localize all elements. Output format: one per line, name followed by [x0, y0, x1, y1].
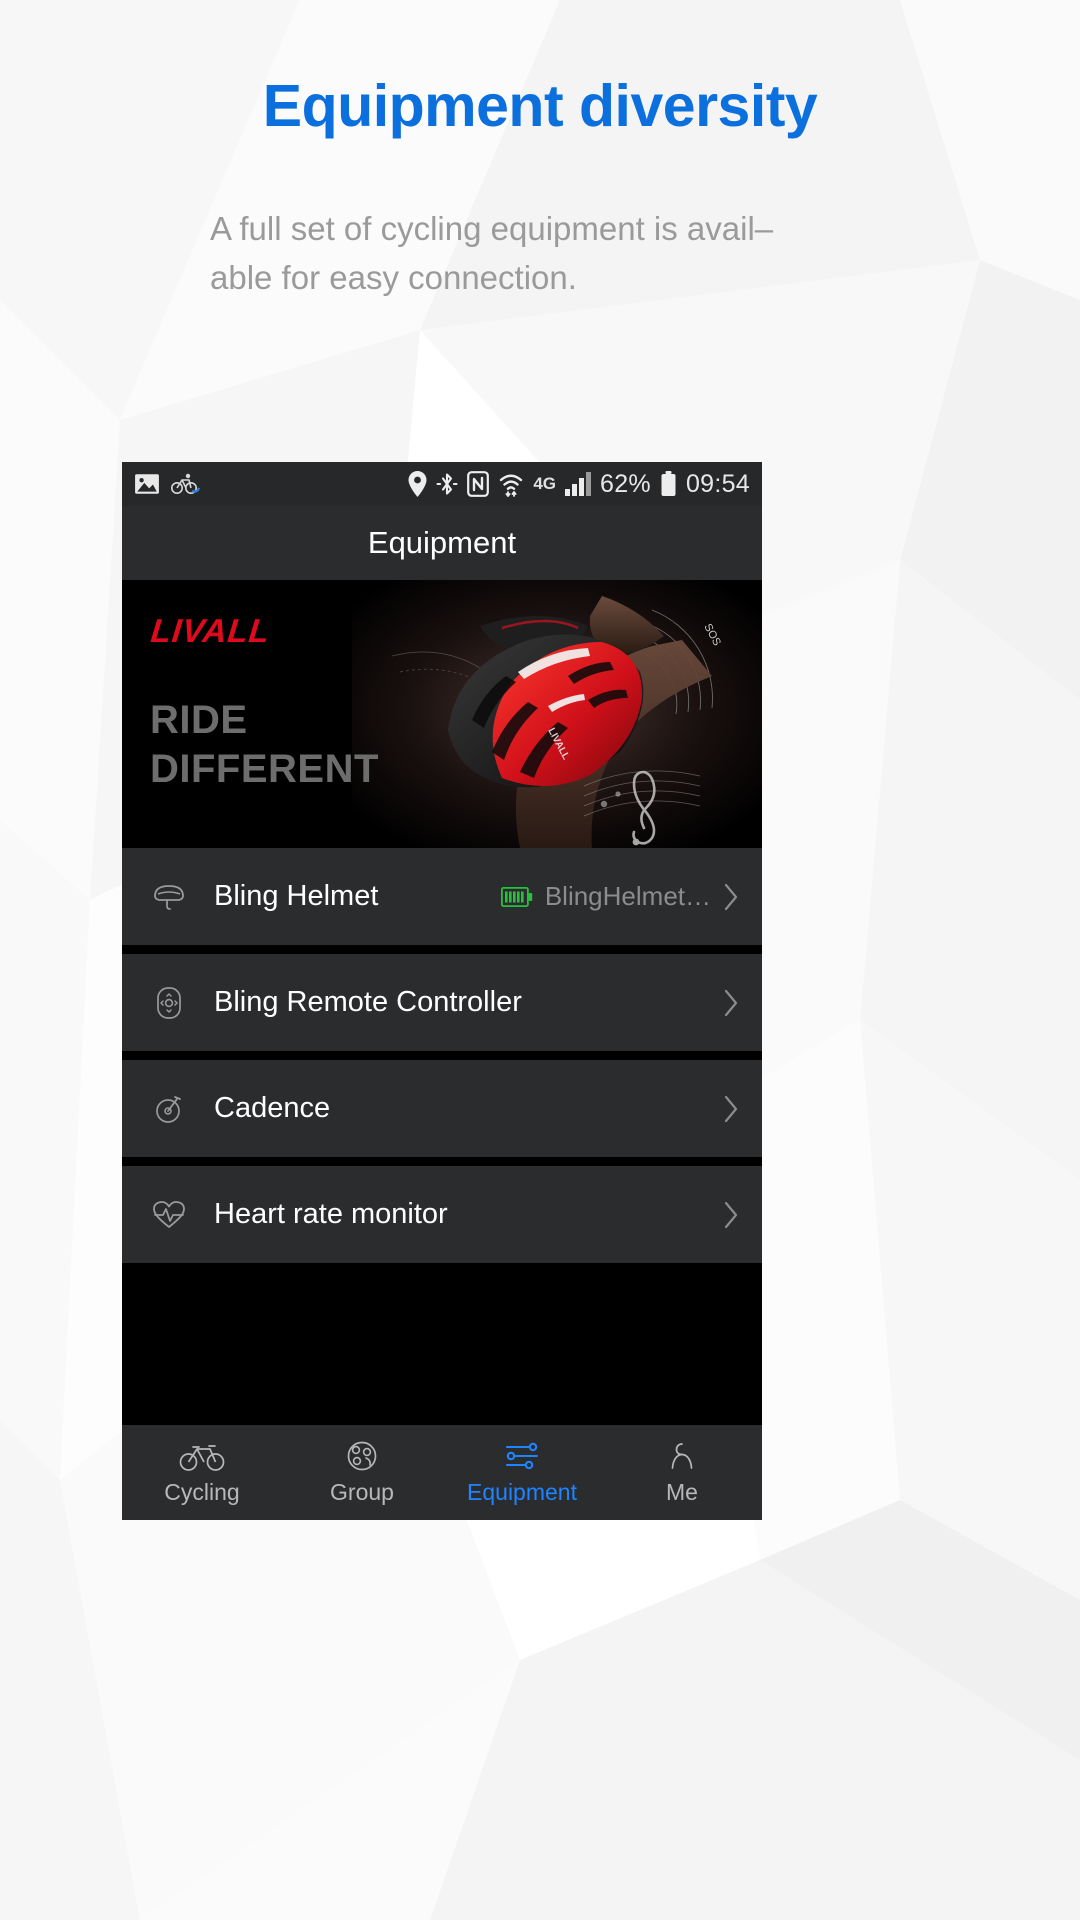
cycling-notification-icon: [171, 473, 200, 494]
phone-screenshot: 4G 62% 09:54 Equipment SOS LIVALL LIVALL…: [122, 462, 762, 1520]
app-header-title: Equipment: [367, 525, 517, 560]
location-pin-icon: [408, 471, 427, 497]
nfc-icon: [467, 471, 490, 497]
device-row-cadence[interactable]: Cadence: [122, 1060, 762, 1157]
wifi-icon: [500, 474, 523, 497]
device-row-right: BlingHelmet…: [500, 881, 740, 912]
cadence-icon: [146, 1091, 192, 1127]
device-status: BlingHelmet…: [544, 881, 711, 911]
tab-label: Group: [330, 1478, 394, 1505]
app-header: Equipment: [122, 506, 762, 580]
chevron-right-icon: [724, 1095, 738, 1122]
chevron-right-icon: [724, 883, 738, 910]
tab-equipment[interactable]: Equipment: [442, 1440, 602, 1506]
battery-full-green-icon: [500, 886, 533, 907]
banner-tagline-line-2: DIFFERENT: [150, 746, 379, 791]
tab-label: Cycling: [164, 1478, 240, 1505]
tab-group[interactable]: Group: [282, 1440, 442, 1506]
empty-list-area: [122, 1263, 762, 1424]
helmet-photo: SOS LIVALL: [352, 580, 762, 848]
remote-controller-icon: [146, 985, 192, 1021]
battery-percent-label: 62%: [600, 469, 651, 498]
helmet-icon: [146, 879, 192, 915]
device-row-bling-helmet[interactable]: Bling Helmet BlingHelmet…: [122, 848, 762, 945]
device-row-heart-rate-monitor[interactable]: Heart rate monitor: [122, 1166, 762, 1263]
battery-icon: [661, 471, 676, 496]
status-bar-right: 4G 62% 09:54: [408, 470, 750, 499]
status-bar-left: [134, 472, 200, 496]
promo-banner[interactable]: SOS LIVALL LIVALL RIDE DIFFERENT: [122, 580, 762, 848]
bicycle-icon: [179, 1444, 225, 1471]
bluetooth-icon: [436, 473, 458, 495]
device-row-right: [711, 1200, 740, 1230]
device-label: Bling Remote Controller: [214, 986, 522, 1018]
promo-block: Equipment diversity A full set of cyclin…: [0, 0, 1080, 303]
signal-bars-icon: [565, 472, 591, 496]
tab-cycling[interactable]: Cycling: [122, 1440, 282, 1506]
device-row-bling-remote-controller[interactable]: Bling Remote Controller: [122, 954, 762, 1051]
chevron-right-icon: [724, 1201, 738, 1228]
group-icon: [347, 1441, 377, 1470]
banner-tagline-line-1: RIDE: [150, 698, 248, 742]
status-bar: 4G 62% 09:54: [122, 462, 762, 506]
chevron-right-icon: [724, 989, 738, 1016]
device-row-right: [711, 988, 740, 1018]
device-label: Heart rate monitor: [214, 1198, 448, 1230]
tab-label: Equipment: [467, 1478, 577, 1505]
promo-subtitle-line-2: able for easy connection.: [210, 259, 577, 297]
livall-logo: LIVALL: [149, 612, 273, 649]
tab-label: Me: [666, 1478, 698, 1505]
device-label: Cadence: [214, 1092, 331, 1124]
image-icon: [135, 474, 159, 494]
heart-rate-icon: [146, 1197, 192, 1233]
banner-tagline: RIDE DIFFERENT: [150, 696, 379, 794]
promo-subtitle: A full set of cycling equipment is avail…: [210, 204, 870, 303]
sliders-icon: [505, 1442, 539, 1469]
device-list: Bling Helmet BlingHelmet… Bling Remote C…: [122, 848, 762, 1263]
network-type-label: 4G: [533, 473, 556, 493]
person-icon: [671, 1442, 693, 1469]
clock-label: 09:54: [685, 469, 750, 498]
bottom-navigation: Cycling Group Equipment Me: [122, 1424, 762, 1520]
promo-subtitle-line-1: A full set of cycling equipment is avail…: [210, 209, 774, 247]
device-label: Bling Helmet: [214, 880, 379, 912]
device-row-right: [711, 1094, 740, 1124]
tab-me[interactable]: Me: [602, 1440, 762, 1506]
page-title: Equipment diversity: [262, 73, 818, 139]
